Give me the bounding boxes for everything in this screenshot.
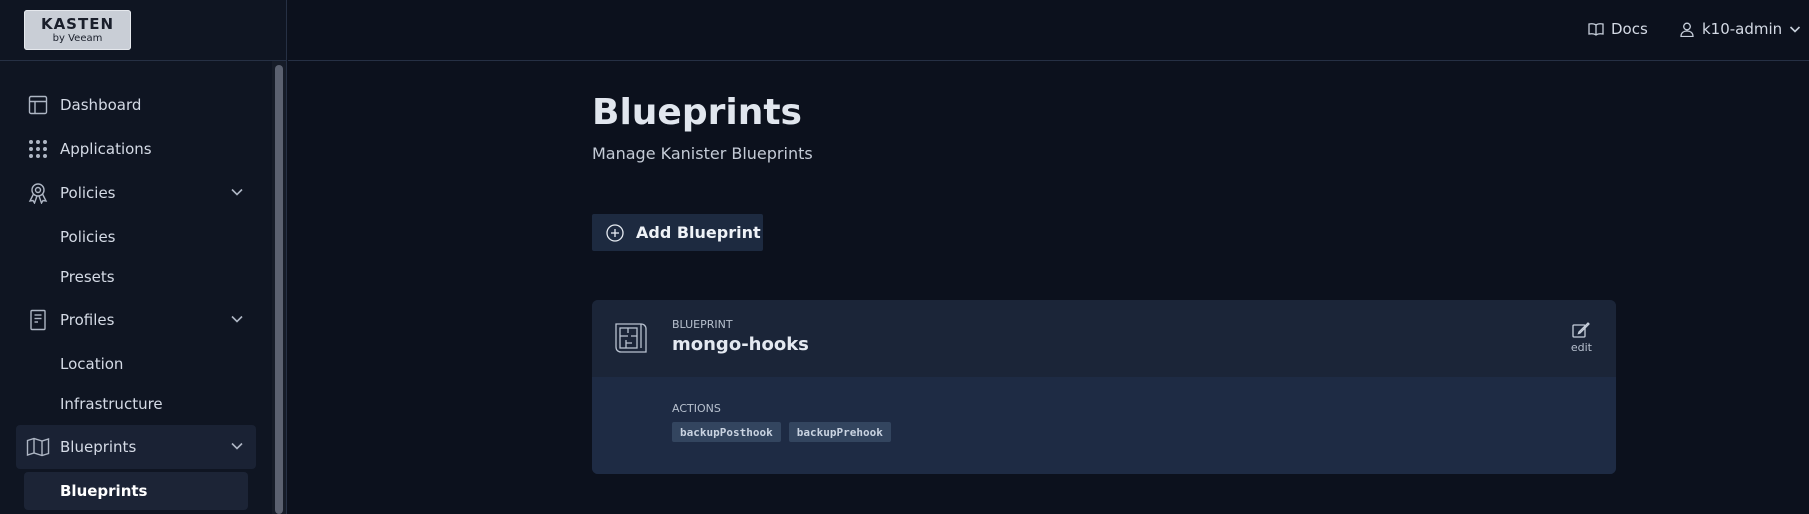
- map-icon: [20, 437, 56, 457]
- sidebar-item-label: Presets: [60, 268, 115, 286]
- sidebar-subitem-presets[interactable]: Presets: [24, 258, 248, 296]
- docs-link[interactable]: Docs: [1588, 20, 1648, 38]
- sidebar-item-blueprints[interactable]: Blueprints: [16, 425, 256, 469]
- chevron-down-icon: [1789, 23, 1801, 35]
- docs-label: Docs: [1611, 20, 1648, 38]
- blueprint-card-header: BLUEPRINT mongo-hooks edit: [592, 300, 1616, 377]
- add-blueprint-label: Add Blueprint: [636, 223, 761, 242]
- sidebar-item-label: Blueprints: [60, 482, 148, 500]
- edit-blueprint-button[interactable]: edit: [1571, 322, 1592, 354]
- book-icon: [1588, 22, 1604, 36]
- chevron-down-icon[interactable]: [230, 185, 244, 203]
- sidebar-item-dashboard[interactable]: Dashboard: [16, 83, 256, 127]
- sidebar-item-label: Policies: [60, 228, 116, 246]
- sidebar-subitem-location[interactable]: Location: [24, 345, 248, 383]
- page-subtitle: Manage Kanister Blueprints: [592, 144, 813, 163]
- blueprint-card-body: ACTIONS backupPosthook backupPrehook: [592, 377, 1616, 474]
- sidebar-item-label: Applications: [60, 140, 152, 158]
- sidebar-item-applications[interactable]: Applications: [16, 127, 256, 171]
- logo-text: KASTEN: [40, 14, 115, 33]
- sidebar-item-label: Profiles: [60, 311, 115, 329]
- edit-icon: [1572, 322, 1591, 338]
- actions-list: backupPosthook backupPrehook: [672, 422, 899, 442]
- sidebar-subitem-policies[interactable]: Policies: [24, 218, 248, 256]
- sidebar: KASTEN by Veeam Dashboard Applications P…: [0, 0, 287, 514]
- actions-label: ACTIONS: [672, 402, 721, 415]
- document-icon: [20, 309, 56, 331]
- sidebar-scrollbar[interactable]: [272, 61, 286, 514]
- sidebar-item-label: Infrastructure: [60, 395, 163, 413]
- sidebar-subitem-infrastructure[interactable]: Infrastructure: [24, 385, 248, 423]
- page-title: Blueprints: [592, 92, 802, 133]
- edit-label: edit: [1570, 341, 1592, 354]
- award-icon: [20, 182, 56, 204]
- grid-icon: [20, 139, 56, 159]
- scrollbar-thumb[interactable]: [275, 65, 283, 514]
- user-name: k10-admin: [1702, 20, 1783, 38]
- user-icon: [1680, 22, 1694, 37]
- blueprint-card: BLUEPRINT mongo-hooks edit ACTIONS backu…: [592, 300, 1616, 474]
- blueprint-name: mongo-hooks: [672, 334, 809, 355]
- sidebar-item-policies[interactable]: Policies: [16, 171, 256, 215]
- sidebar-item-label: Location: [60, 355, 124, 373]
- sidebar-item-profiles[interactable]: Profiles: [16, 298, 256, 342]
- sidebar-item-label: Policies: [60, 184, 116, 202]
- logo-area: KASTEN by Veeam: [0, 0, 286, 61]
- plus-circle-icon: [606, 223, 624, 242]
- sidebar-item-label: Blueprints: [60, 438, 137, 456]
- blueprint-kicker: BLUEPRINT: [672, 318, 733, 331]
- blueprint-icon: [614, 320, 648, 358]
- action-tag: backupPrehook: [788, 422, 891, 442]
- chevron-down-icon[interactable]: [230, 439, 244, 457]
- sidebar-item-label: Dashboard: [60, 96, 142, 114]
- add-blueprint-button[interactable]: Add Blueprint: [592, 214, 763, 251]
- top-bar: [288, 0, 1809, 61]
- chevron-down-icon[interactable]: [230, 312, 244, 330]
- dashboard-icon: [20, 95, 56, 115]
- action-tag: backupPosthook: [672, 422, 781, 442]
- logo-subtext: by Veeam: [52, 32, 103, 44]
- sidebar-subitem-blueprints[interactable]: Blueprints: [24, 472, 248, 510]
- kasten-logo[interactable]: KASTEN by Veeam: [24, 10, 131, 50]
- user-menu[interactable]: k10-admin: [1680, 20, 1801, 38]
